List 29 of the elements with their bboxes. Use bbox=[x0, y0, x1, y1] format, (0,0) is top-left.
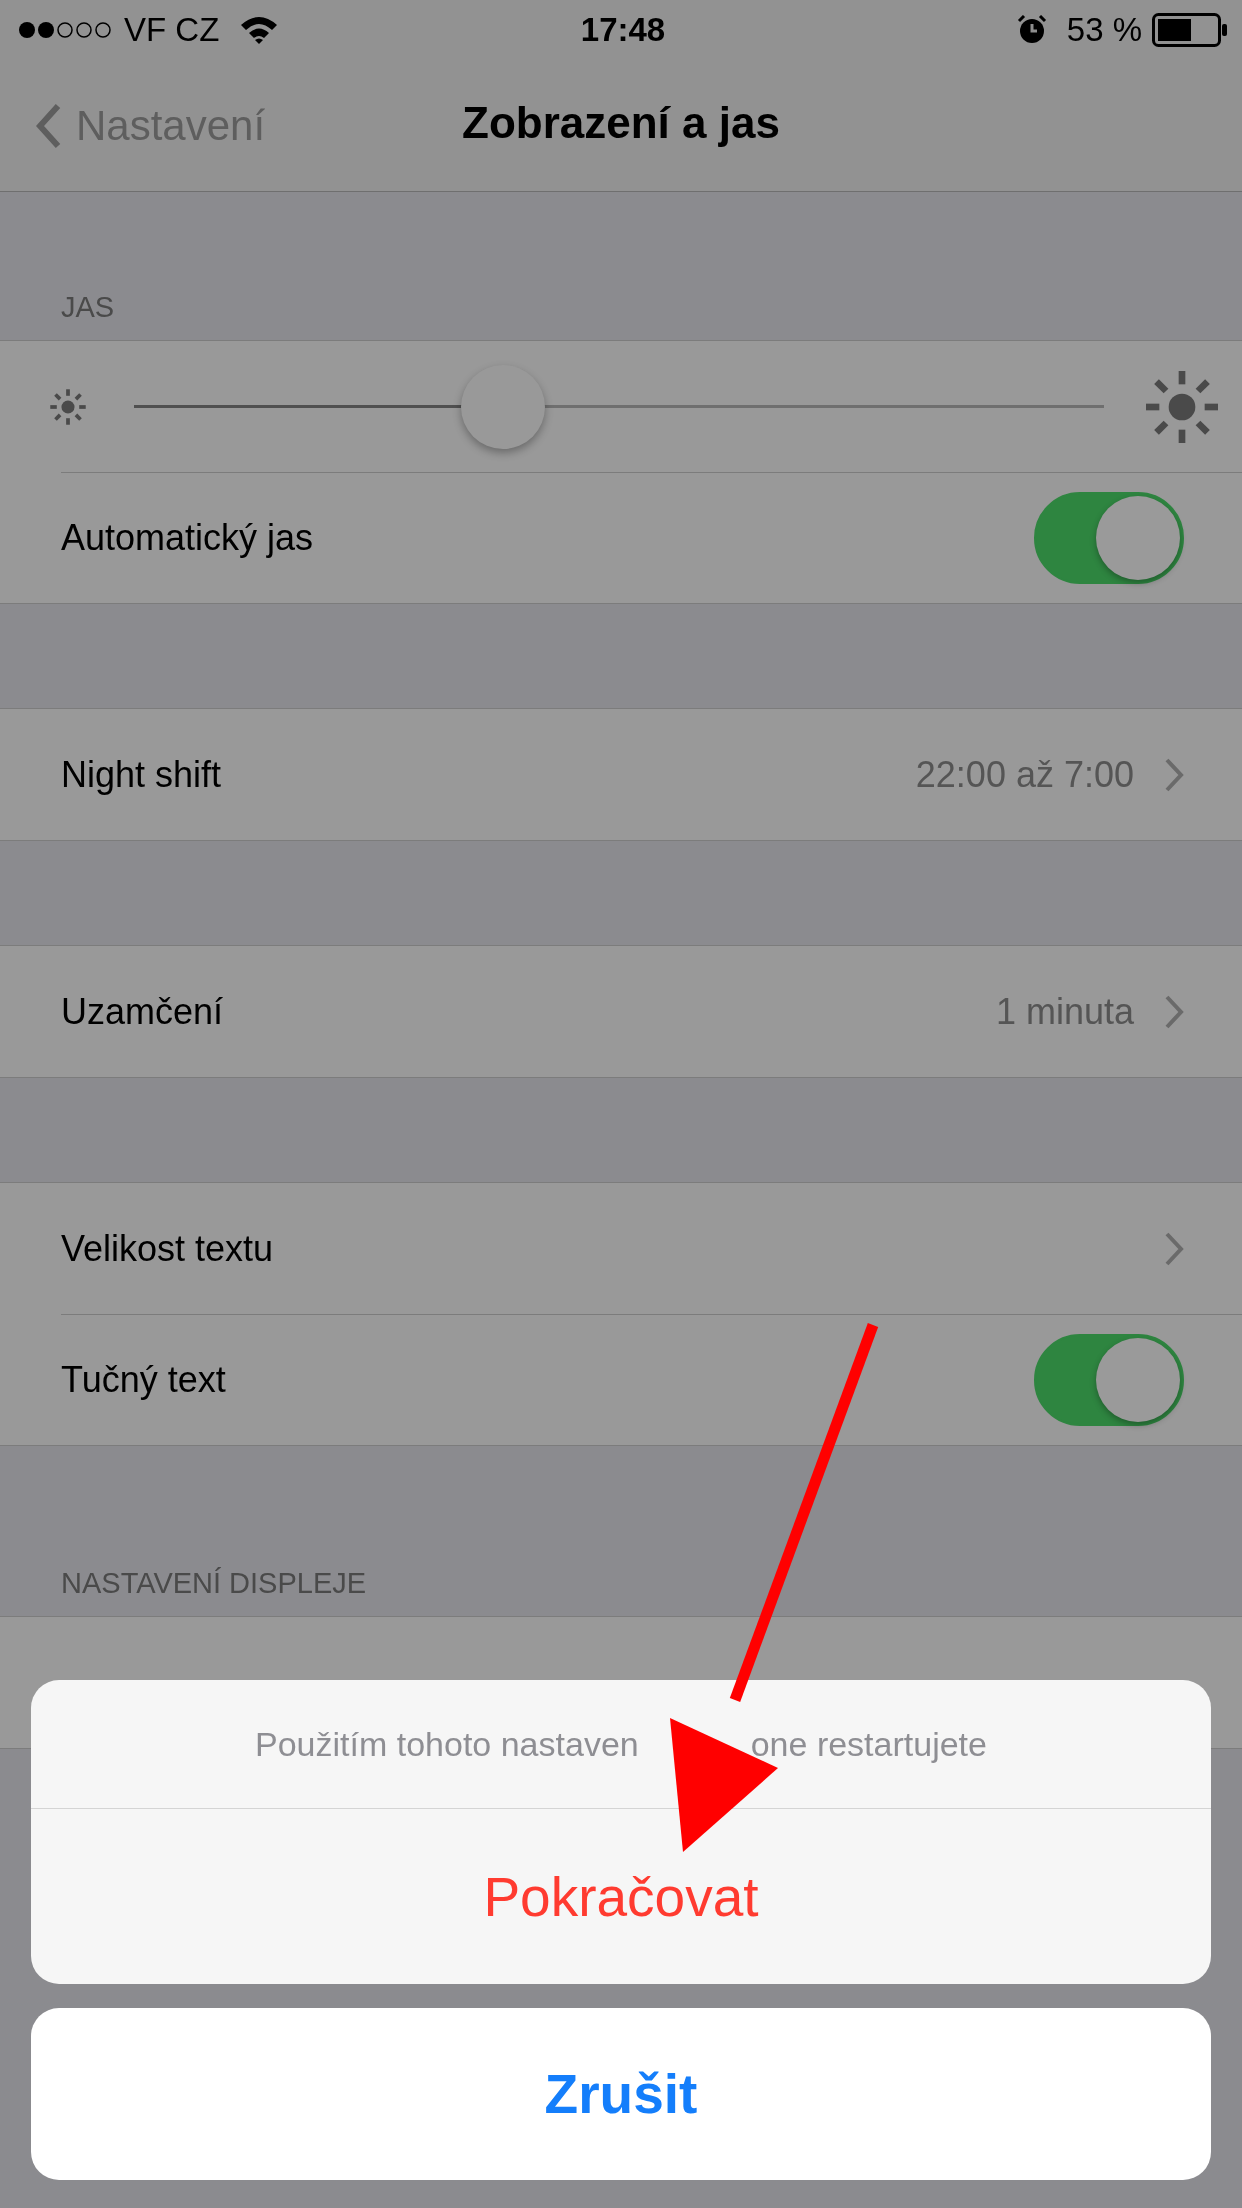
row-label: Night shift bbox=[61, 753, 223, 796]
settings-row[interactable]: Velikost textu bbox=[0, 1183, 1242, 1314]
carrier-name: VF CZ bbox=[124, 11, 220, 49]
row-label: Tučný text bbox=[61, 1358, 227, 1401]
section-header: NASTAVENÍ DISPLEJE bbox=[60, 1567, 367, 1601]
row-value: 1 minuta bbox=[995, 990, 1134, 1033]
settings-row[interactable]: Uzamčení 1 minuta bbox=[0, 946, 1242, 1077]
sheet-message: Použitím tohoto nastaven bbox=[255, 1724, 639, 1764]
chevron-icon bbox=[1164, 756, 1184, 793]
sheet-message: one restartujete bbox=[750, 1724, 987, 1764]
row-label: Velikost textu bbox=[61, 1227, 275, 1270]
chevron-icon bbox=[1164, 993, 1184, 1030]
back-chevron-icon bbox=[36, 102, 62, 149]
battery-icon bbox=[1152, 13, 1228, 47]
battery-percent: 53 % bbox=[1066, 11, 1142, 49]
signal-icon bbox=[18, 20, 114, 40]
row-label: Uzamčení bbox=[61, 990, 225, 1033]
settings-row[interactable]: Night shift 22:00 až 7:00 bbox=[0, 709, 1242, 840]
row-value: 22:00 až 7:00 bbox=[915, 753, 1134, 796]
screen-title: Zobrazení a jas bbox=[461, 98, 781, 148]
cancel-button[interactable]: Zrušit bbox=[31, 2008, 1211, 2180]
alarm-icon bbox=[1016, 15, 1047, 45]
wifi-icon bbox=[239, 15, 280, 45]
section-header: JAS bbox=[60, 291, 115, 325]
brightness-slider[interactable] bbox=[134, 364, 1104, 449]
slider-thumb[interactable] bbox=[460, 364, 545, 449]
chevron-icon bbox=[1164, 1230, 1184, 1267]
status-time: 17:48 bbox=[580, 11, 666, 49]
row-label: Automatický jas bbox=[61, 516, 315, 559]
